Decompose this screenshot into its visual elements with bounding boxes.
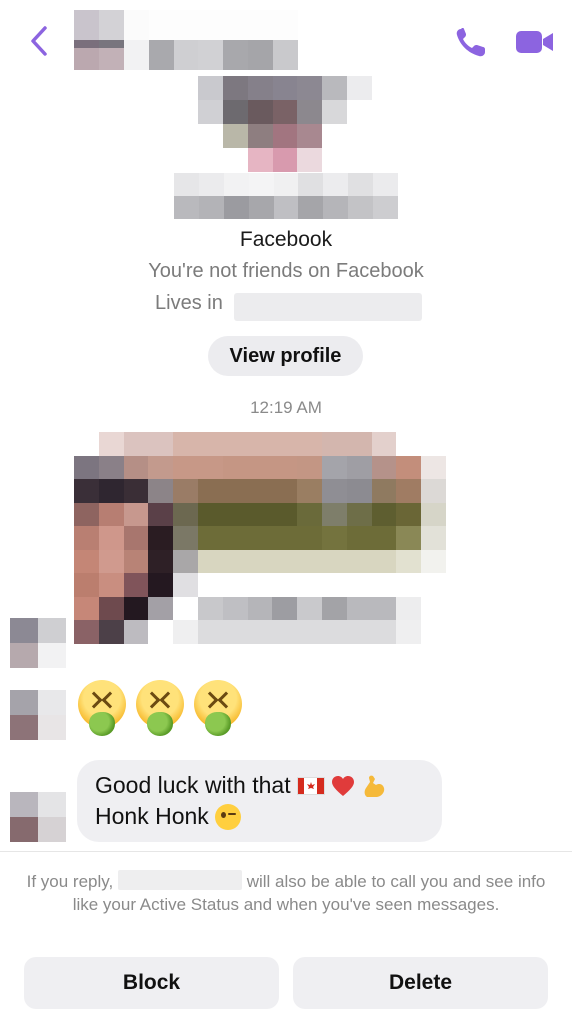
flexed-biceps-icon — [364, 775, 384, 797]
delete-button[interactable]: Delete — [293, 957, 548, 1009]
contact-name-redacted-lower — [74, 48, 124, 70]
profile-name-redacted — [174, 173, 398, 219]
sender-avatar[interactable] — [10, 690, 66, 740]
view-profile-button[interactable]: View profile — [208, 336, 363, 376]
location-redacted — [234, 293, 422, 321]
vomiting-face-icon — [136, 680, 184, 736]
back-button[interactable] — [26, 24, 52, 58]
divider — [0, 851, 572, 852]
lives-in-label: Lives in — [155, 292, 223, 314]
sender-avatar[interactable] — [10, 792, 66, 842]
friend-status: You're not friends on Facebook — [148, 260, 424, 282]
video-camera-icon — [516, 31, 553, 53]
winking-face-icon — [214, 803, 241, 830]
vomiting-face-icon — [78, 680, 126, 736]
block-button[interactable]: Block — [24, 957, 279, 1009]
canada-flag-icon — [296, 776, 325, 795]
red-heart-icon — [331, 775, 354, 796]
reply-notice: If you reply, will also be able to call … — [20, 870, 552, 916]
video-call-button[interactable] — [512, 26, 558, 58]
message-bubble[interactable]: Good luck with that Honk Honk — [77, 760, 442, 842]
vomiting-face-icon — [194, 680, 242, 736]
reply-notice-prefix: If you reply, — [26, 872, 114, 891]
sender-avatar[interactable] — [10, 618, 66, 668]
profile-platform: Facebook — [239, 228, 333, 251]
message-text-line2: Honk Honk — [95, 803, 209, 829]
emoji-message[interactable] — [78, 680, 242, 736]
phone-icon — [456, 28, 485, 57]
message-text-line1: Good luck with that — [95, 772, 291, 798]
message-timestamp: 12:19 AM — [250, 398, 322, 417]
shared-image-redacted[interactable] — [74, 432, 446, 644]
call-button[interactable] — [452, 24, 492, 60]
chevron-left-icon — [31, 26, 47, 56]
name-redacted — [117, 870, 242, 890]
